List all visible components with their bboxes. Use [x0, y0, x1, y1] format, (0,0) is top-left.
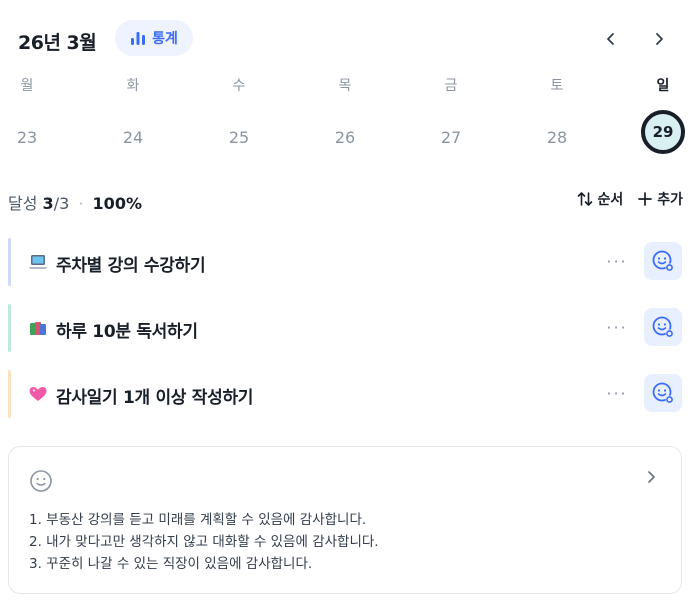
bar-chart-icon [131, 32, 146, 45]
more-options-button[interactable]: ··· [602, 314, 632, 342]
chevron-right-icon [648, 471, 655, 483]
selected-date: 29 [641, 110, 685, 154]
month-title: 26년 3월 [18, 32, 97, 54]
date-number: 28 [546, 128, 568, 147]
date-number: 23 [16, 128, 38, 147]
weekday-label: 일 [656, 78, 670, 94]
stats-button-label: 통계 [152, 31, 178, 47]
date-number: 27 [440, 128, 462, 147]
task-item: 주차별 강의 수강하기 ··· [8, 238, 684, 286]
task-title: 하루 10분 독서하기 [56, 322, 198, 342]
separator-dot: · [78, 194, 84, 213]
reaction-button[interactable] [644, 242, 682, 280]
task-title: 감사일기 1개 이상 작성하기 [56, 388, 254, 408]
weekday-label: 토 [550, 78, 564, 94]
weekday-label: 월 [20, 78, 34, 94]
date-number: 24 [122, 128, 144, 147]
sort-order-label: 순서 [597, 192, 624, 208]
journal-line: 3. 꾸준히 나갈 수 있는 직장이 있음에 감사합니다. [29, 556, 313, 572]
day-sunday[interactable]: 일 29 [638, 76, 688, 154]
task-item: 하루 10분 독서하기 ··· [8, 304, 684, 352]
day-monday[interactable]: 월 23 [2, 76, 52, 160]
gratitude-journal-card[interactable]: 1. 부동산 강의를 듣고 미래를 계획할 수 있음에 감사합니다. 2. 내가… [8, 446, 682, 594]
sort-order-button[interactable]: 순서 [577, 189, 623, 209]
reaction-button[interactable] [644, 308, 682, 346]
laptop-icon [29, 255, 47, 269]
previous-week-button[interactable] [598, 26, 624, 52]
weekday-label: 화 [126, 78, 140, 94]
calendar-header: 26년 3월 통계 [18, 20, 682, 60]
heart-icon [29, 387, 47, 401]
emoji-reaction-icon [652, 382, 674, 404]
task-title: 주차별 강의 수강하기 [56, 256, 206, 276]
day-thursday[interactable]: 목 26 [320, 76, 370, 160]
day-wednesday[interactable]: 수 25 [214, 76, 264, 160]
smiley-icon [30, 470, 52, 492]
more-options-button[interactable]: ··· [602, 380, 632, 408]
achievement-label: 달성 [8, 194, 38, 213]
stats-button[interactable]: 통계 [115, 20, 193, 56]
task-color-bar [8, 238, 11, 286]
journal-entries: 1. 부동산 강의를 듣고 미래를 계획할 수 있음에 감사합니다. 2. 내가… [29, 509, 379, 575]
task-color-bar [8, 304, 11, 352]
day-tuesday[interactable]: 화 24 [108, 76, 158, 160]
next-week-button[interactable] [646, 26, 672, 52]
add-task-label: 추가 [657, 192, 683, 208]
books-icon [30, 322, 46, 335]
emoji-reaction-icon [652, 316, 674, 338]
more-options-button[interactable]: ··· [602, 248, 632, 276]
date-number: 26 [334, 128, 356, 147]
journal-line: 2. 내가 맞다고만 생각하지 않고 대화할 수 있음에 감사합니다. [29, 534, 379, 550]
week-strip: 월 23 화 24 수 25 목 26 금 27 토 28 일 29 [0, 76, 695, 156]
chevron-left-icon [607, 33, 614, 45]
achievement-summary: 달성 3/3 · 100% [8, 190, 142, 214]
weekday-label: 수 [232, 78, 246, 94]
sort-arrows-icon [578, 192, 593, 206]
reaction-button[interactable] [644, 374, 682, 412]
task-actions: 순서 추가 [577, 189, 683, 209]
date-number: 25 [228, 128, 250, 147]
journal-line: 1. 부동산 강의를 듣고 미래를 계획할 수 있음에 감사합니다. [29, 512, 367, 528]
task-color-bar [8, 370, 11, 418]
emoji-reaction-icon [652, 250, 674, 272]
chevron-right-icon [656, 33, 663, 45]
day-saturday[interactable]: 토 28 [532, 76, 582, 160]
achievement-total-count: /3 [53, 194, 70, 213]
weekday-label: 금 [444, 78, 458, 94]
day-friday[interactable]: 금 27 [426, 76, 476, 160]
weekday-label: 목 [338, 78, 352, 94]
add-task-button[interactable]: 추가 [637, 189, 683, 209]
achievement-done-count: 3 [42, 194, 54, 213]
plus-icon [638, 192, 653, 206]
task-item: 감사일기 1개 이상 작성하기 ··· [8, 370, 684, 418]
achievement-percent: 100% [92, 194, 142, 213]
